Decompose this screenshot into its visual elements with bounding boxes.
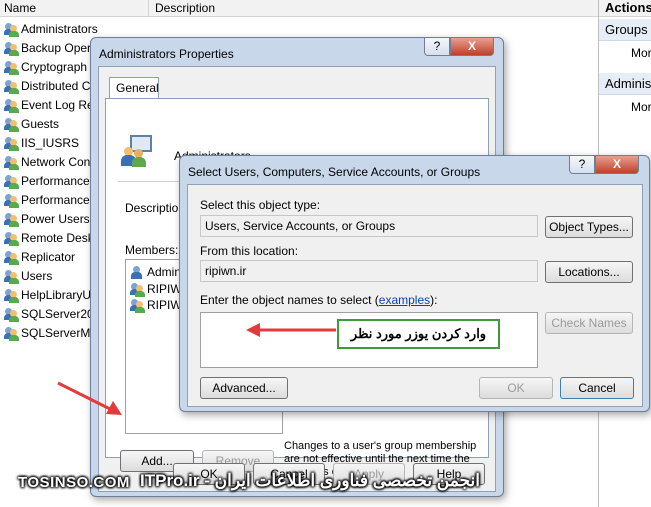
watermark-left: TOSINSO.COM <box>18 474 130 491</box>
watermark-right: انجمن تخصصی فناوری اطلاعات ایران - ITPro… <box>140 471 480 490</box>
arrowhead-icon <box>246 323 260 337</box>
annotation-arrows <box>57 323 336 415</box>
arrow-to-add <box>57 381 113 412</box>
